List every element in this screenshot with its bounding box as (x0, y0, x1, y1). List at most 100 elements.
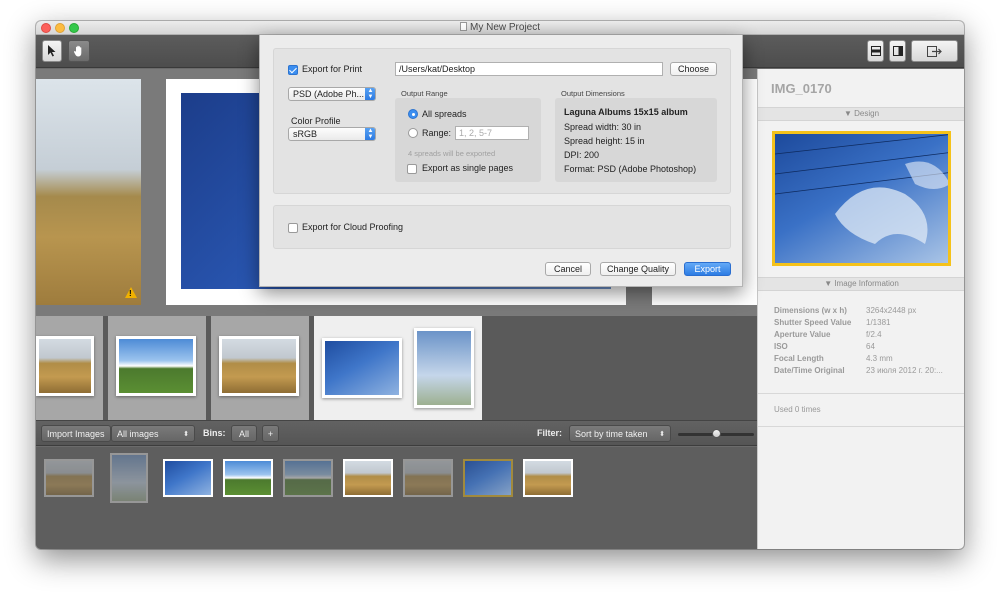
spread-thumb-3[interactable] (211, 316, 309, 420)
spread-width: Spread width: 30 in (564, 122, 642, 132)
range-radio[interactable] (408, 128, 418, 138)
choose-button[interactable]: Choose (670, 62, 717, 76)
library-bar: Import Images All images ⬍ Bins: All + Fi… (36, 420, 757, 446)
slider-knob[interactable] (712, 429, 721, 438)
info-value: 3264x2448 px (866, 306, 917, 315)
divider (758, 426, 964, 427)
image-name: IMG_0170 (771, 81, 832, 96)
color-profile-dropdown[interactable]: sRGB ▲ ▼ (288, 127, 376, 141)
export-for-print-label[interactable]: Export for Print (302, 64, 362, 74)
bins-label: Bins: (203, 428, 226, 438)
cloud-proofing-panel: Export for Cloud Proofing (273, 205, 731, 249)
image-info-section-header[interactable]: ▼ Image Information (758, 277, 964, 291)
export-button[interactable]: Export (684, 262, 731, 276)
spread-thumb-2[interactable] (108, 316, 206, 420)
document-icon (459, 22, 467, 31)
sort-dropdown[interactable]: Sort by time taken ⬍ (569, 425, 671, 442)
hand-icon[interactable] (68, 40, 90, 62)
spread-thumb-photo (219, 336, 299, 396)
single-pages-checkbox[interactable] (407, 164, 417, 174)
change-quality-button[interactable]: Change Quality (600, 262, 676, 276)
export-path-field[interactable]: /Users/kat/Desktop (395, 62, 663, 76)
spread-thumb-photo (116, 336, 196, 396)
all-spreads-label[interactable]: All spreads (422, 109, 467, 119)
info-key: Aperture Value (774, 330, 831, 339)
spread-thumb-photo (36, 336, 94, 396)
title-bar: My New Project (36, 21, 964, 35)
spread-thumb-4-selected[interactable] (314, 316, 482, 420)
app-window: My New Project ! Import Images All image… (36, 21, 964, 549)
export-icon[interactable] (911, 40, 958, 62)
library-image[interactable] (283, 459, 333, 497)
export-sheet: Export for Print /Users/kat/Desktop Choo… (259, 35, 743, 287)
info-value: f/2.4 (866, 330, 882, 339)
spread-thumb-photo (322, 338, 402, 398)
range-input[interactable]: 1, 2, 5-7 (455, 126, 529, 140)
info-key: ISO (774, 342, 788, 351)
split-view-icon[interactable] (889, 40, 906, 62)
dropdown-arrow-icon: ⬍ (183, 430, 189, 438)
color-profile-value: sRGB (293, 129, 318, 139)
bins-all-button[interactable]: All (231, 425, 257, 442)
album-name: Laguna Albums 15x15 album (564, 107, 688, 117)
dropdown-arrow-icon: ▲ ▼ (365, 128, 375, 140)
spreads-strip (36, 316, 757, 420)
output-dimensions-box: Laguna Albums 15x15 album Spread width: … (555, 98, 717, 182)
import-images-button[interactable]: Import Images (41, 425, 111, 442)
info-value: 23 июля 2012 г. 20:... (866, 366, 943, 375)
cloud-proofing-checkbox[interactable] (288, 223, 298, 233)
dropdown-arrow-icon: ⬍ (659, 430, 665, 438)
all-spreads-radio[interactable] (408, 109, 418, 119)
info-value: 64 (866, 342, 875, 351)
output-range-box: All spreads Range: 1, 2, 5-7 4 spreads w… (395, 98, 541, 182)
format-dropdown[interactable]: PSD (Adobe Ph... ▲ ▼ (288, 87, 376, 101)
inspector-panel: IMG_0170 ▼ Design ▼ Image Information Di… (757, 69, 964, 549)
divider (758, 393, 964, 394)
cloud-proofing-label[interactable]: Export for Cloud Proofing (302, 222, 403, 232)
library-image[interactable] (223, 459, 273, 497)
library-image-selected[interactable] (463, 459, 513, 497)
usage-count: Used 0 times (774, 405, 821, 414)
spread-thumb-photo (414, 328, 474, 408)
cancel-button[interactable]: Cancel (545, 262, 591, 276)
info-key: Dimensions (w x h) (774, 306, 847, 315)
format-info: Format: PSD (Adobe Photoshop) (564, 164, 697, 174)
arrow-pointer-icon[interactable] (42, 40, 62, 62)
window-title-text: My New Project (469, 22, 540, 33)
output-dimensions-heading: Output Dimensions (561, 89, 625, 98)
image-source-value: All images (117, 428, 159, 439)
add-bin-button[interactable]: + (262, 425, 279, 442)
single-view-icon[interactable] (867, 40, 884, 62)
selected-image-preview (772, 131, 951, 266)
library-image[interactable] (44, 459, 94, 497)
design-section-header[interactable]: ▼ Design (758, 107, 964, 121)
wheat-field-photo (36, 79, 141, 305)
library-image[interactable] (343, 459, 393, 497)
previous-spread[interactable] (36, 79, 141, 305)
library-image[interactable] (403, 459, 453, 497)
image-library (36, 447, 757, 549)
spreads-export-note: 4 spreads will be exported (408, 149, 496, 158)
info-key: Shutter Speed Value (774, 318, 852, 327)
library-image[interactable] (523, 459, 573, 497)
range-label[interactable]: Range: (422, 128, 451, 138)
info-key: Date/Time Original (774, 366, 845, 375)
export-print-panel: Export for Print /Users/kat/Desktop Choo… (273, 48, 731, 194)
spread-thumb-1[interactable] (36, 316, 103, 420)
info-value: 4.3 mm (866, 354, 893, 363)
color-profile-label: Color Profile (291, 116, 341, 126)
info-key: Focal Length (774, 354, 824, 363)
library-image[interactable] (163, 459, 213, 497)
single-pages-label[interactable]: Export as single pages (422, 163, 513, 173)
dpi-value: DPI: 200 (564, 150, 600, 160)
library-image[interactable] (110, 453, 148, 503)
export-for-print-checkbox[interactable] (288, 65, 298, 75)
image-source-dropdown[interactable]: All images ⬍ (111, 425, 195, 442)
format-value: PSD (Adobe Ph... (293, 89, 365, 99)
filter-label: Filter: (537, 428, 563, 438)
output-range-heading: Output Range (401, 89, 448, 98)
spread-height: Spread height: 15 in (564, 136, 645, 146)
dropdown-arrow-icon: ▲ ▼ (365, 88, 375, 100)
warning-icon[interactable]: ! (125, 287, 137, 298)
info-value: 1/1381 (866, 318, 891, 327)
